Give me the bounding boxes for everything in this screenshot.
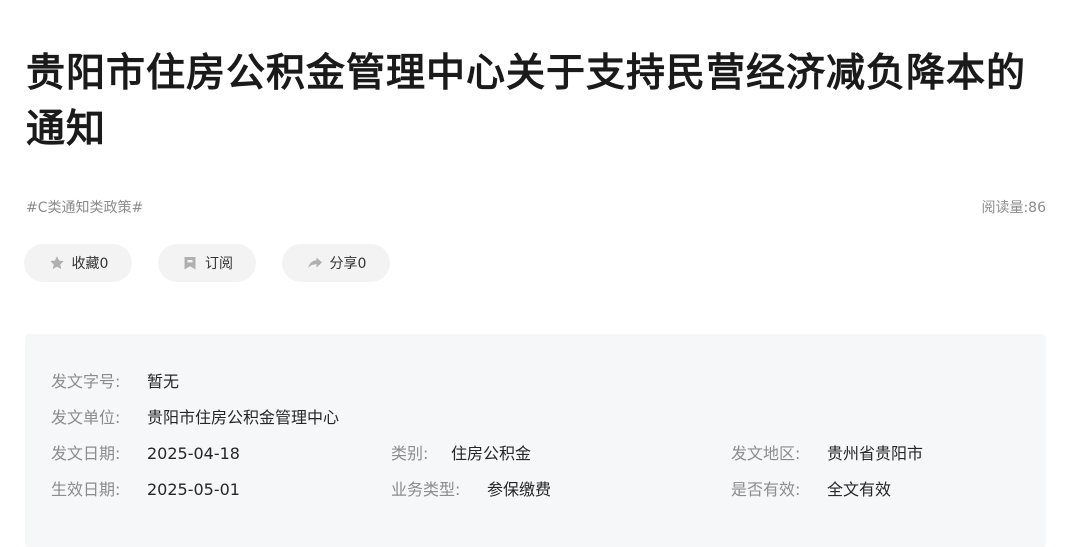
effective-date-label: 生效日期: — [51, 480, 121, 499]
policy-tag[interactable]: #C类通知类政策# — [26, 197, 143, 217]
issuer-field: 发文单位: 贵阳市住房公积金管理中心 — [51, 407, 339, 429]
category-field: 类别: 住房公积金 — [391, 443, 531, 465]
star-icon — [48, 254, 66, 272]
doc-number-label: 发文字号: — [51, 372, 121, 391]
favorite-label: 收藏0 — [71, 256, 109, 272]
category-label: 类别: — [391, 444, 429, 463]
validity-label: 是否有效: — [731, 480, 801, 499]
effective-date-value: 2025-05-01 — [147, 480, 240, 499]
business-type-value: 参保缴费 — [487, 480, 552, 499]
effective-date-field: 生效日期: 2025-05-01 — [51, 479, 240, 501]
doc-number-field: 发文字号: 暂无 — [51, 371, 179, 393]
validity-value: 全文有效 — [827, 480, 892, 499]
issuer-label: 发文单位: — [51, 408, 121, 427]
issuer-value: 贵阳市住房公积金管理中心 — [147, 408, 340, 427]
business-type-field: 业务类型: 参保缴费 — [391, 479, 551, 501]
bookmark-icon — [181, 254, 199, 272]
category-value: 住房公积金 — [451, 444, 532, 463]
document-info-panel: 发文字号: 暂无 发文单位: 贵阳市住房公积金管理中心 发文日期: 2025-0… — [25, 334, 1046, 547]
issue-date-value: 2025-04-18 — [147, 444, 240, 463]
page-title: 贵阳市住房公积金管理中心关于支持民营经济减负降本的通知 — [26, 51, 1027, 152]
validity-field: 是否有效: 全文有效 — [731, 479, 891, 501]
share-arrow-icon — [306, 254, 324, 272]
issue-date-label: 发文日期: — [51, 444, 121, 463]
business-type-label: 业务类型: — [391, 480, 461, 499]
subscribe-button[interactable]: 订阅 — [158, 244, 256, 282]
region-field: 发文地区: 贵州省贵阳市 — [731, 443, 923, 465]
favorite-button[interactable]: 收藏0 — [24, 244, 132, 282]
subscribe-label: 订阅 — [205, 256, 233, 272]
action-bar: 收藏0 订阅 分享0 — [24, 244, 390, 282]
region-label: 发文地区: — [731, 444, 801, 463]
read-count: 阅读量:86 — [981, 200, 1046, 216]
issue-date-field: 发文日期: 2025-04-18 — [51, 443, 240, 465]
meta-row: #C类通知类政策# 阅读量:86 — [26, 197, 1046, 219]
doc-number-value: 暂无 — [147, 372, 180, 391]
share-label: 分享0 — [329, 256, 367, 272]
region-value: 贵州省贵阳市 — [827, 444, 924, 463]
share-button[interactable]: 分享0 — [282, 244, 390, 282]
